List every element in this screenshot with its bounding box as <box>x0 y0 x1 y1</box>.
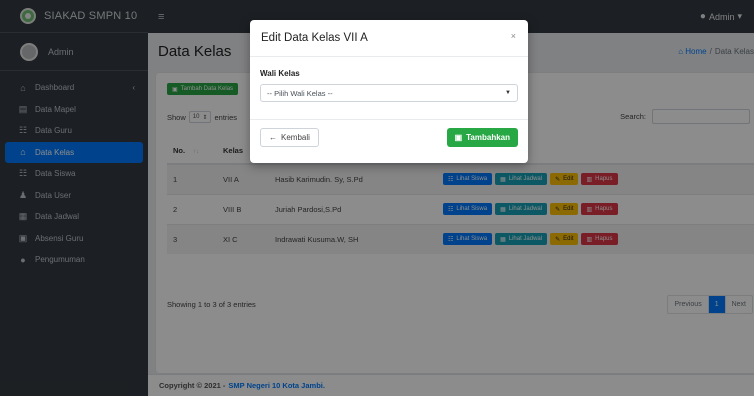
tambahkan-button[interactable]: ▣ Tambahkan <box>446 128 518 147</box>
close-icon[interactable]: × <box>511 31 516 41</box>
modal-body: Wali Kelas -- Pilih Wali Kelas -- ▼ <box>250 57 528 120</box>
wali-kelas-select[interactable]: -- Pilih Wali Kelas -- ▼ <box>260 84 518 102</box>
kembali-button[interactable]: ← Kembali <box>260 128 319 147</box>
modal-header: Edit Data Kelas VII A × <box>250 20 528 57</box>
chevron-down-icon: ▼ <box>505 90 511 96</box>
wali-kelas-selected: -- Pilih Wali Kelas -- <box>267 88 333 98</box>
edit-kelas-modal: Edit Data Kelas VII A × Wali Kelas -- Pi… <box>250 20 528 163</box>
modal-title: Edit Data Kelas VII A <box>261 32 368 44</box>
arrow-left-icon: ← <box>269 133 277 142</box>
tambahkan-label: Tambahkan <box>466 133 510 142</box>
wali-kelas-label: Wali Kelas <box>260 69 300 78</box>
kembali-label: Kembali <box>281 133 310 142</box>
modal-footer: ← Kembali ▣ Tambahkan <box>250 120 528 162</box>
save-icon: ▣ <box>454 133 463 142</box>
